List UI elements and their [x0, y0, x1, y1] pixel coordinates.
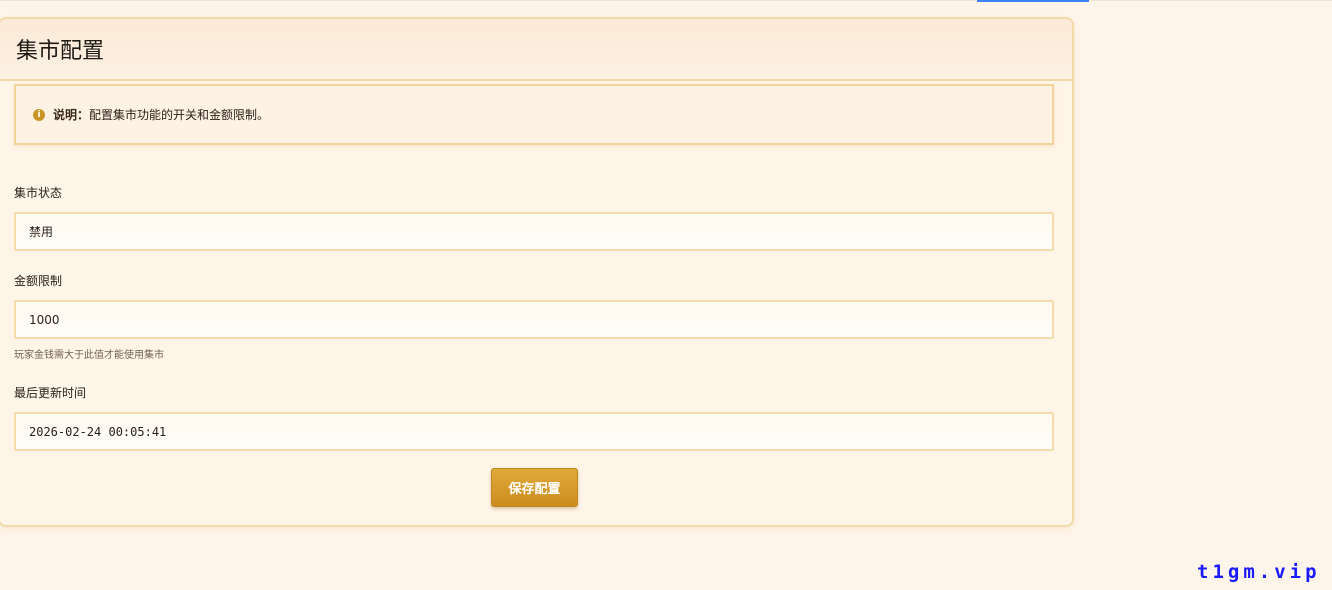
amount-limit-label: 金额限制 [14, 274, 63, 288]
top-accent-line [977, 0, 1089, 2]
save-config-button[interactable]: 保存配置 [491, 468, 578, 507]
top-border [0, 0, 1332, 1]
last-updated-field: 2026-02-24 00:05:41 [14, 412, 1054, 451]
amount-limit-hint: 玩家金钱需大于此值才能使用集市 [14, 350, 164, 361]
page-title: 集市配置 [16, 39, 105, 64]
amount-limit-input[interactable]: 1000 [14, 300, 1054, 339]
last-updated-label: 最后更新时间 [14, 386, 87, 400]
notice-text: 配置集市功能的开关和金额限制。 [89, 108, 270, 122]
card-header: 集市配置 [0, 19, 1072, 81]
watermark-text: t1gm.vip [1197, 561, 1321, 583]
notice-box: i 说明： 配置集市功能的开关和金额限制。 [14, 84, 1054, 145]
status-label: 集市状态 [14, 186, 63, 200]
notice-label: 说明： [53, 108, 90, 122]
status-select[interactable]: 禁用 [14, 212, 1054, 251]
info-icon: i [33, 108, 45, 121]
